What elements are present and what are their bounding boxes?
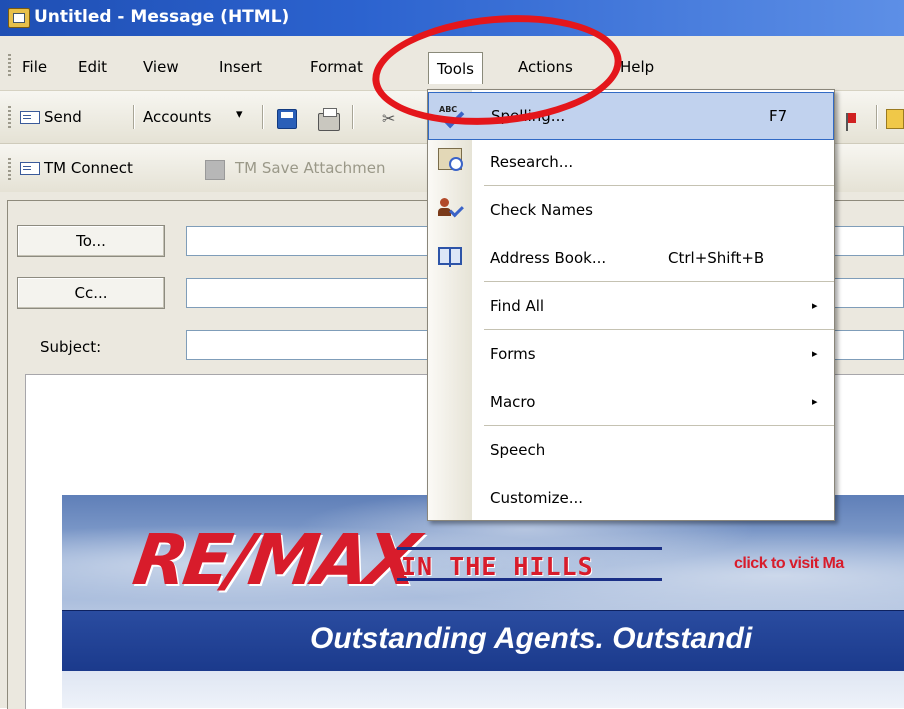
window-title: Untitled - Message (HTML) xyxy=(34,7,290,27)
toolbar-separator xyxy=(352,105,354,129)
menu-item-label: Find All xyxy=(490,297,545,315)
menu-item-label: Speech xyxy=(490,441,546,459)
menu-item-forms[interactable]: Forms ▸ xyxy=(428,330,834,378)
menu-item-shortcut: F7 xyxy=(769,107,788,125)
tools-menu: ABC Spelling... F7 Research... Check Nam… xyxy=(427,89,835,521)
menu-item-research[interactable]: Research... xyxy=(428,138,834,186)
menubar-grip[interactable] xyxy=(8,54,11,76)
check-names-icon xyxy=(438,198,464,220)
menu-item-macro[interactable]: Macro ▸ xyxy=(428,378,834,426)
tm-save-label: TM Save Attachmen xyxy=(235,159,386,177)
tm-connect-label: TM Connect xyxy=(44,159,133,177)
accounts-label: Accounts xyxy=(143,108,212,126)
menu-edit[interactable]: Edit xyxy=(78,58,107,76)
submenu-arrow-icon: ▸ xyxy=(812,395,818,408)
toolbar-grip[interactable] xyxy=(8,106,11,128)
send-mail-icon xyxy=(20,111,40,124)
menu-item-label: Macro xyxy=(490,393,536,411)
banner-footer xyxy=(62,671,904,708)
menu-item-find-all[interactable]: Find All ▸ xyxy=(428,282,834,330)
menu-item-label: Research... xyxy=(490,153,574,171)
menu-item-customize[interactable]: Customize... xyxy=(428,474,834,522)
tagline-text: Outstanding Agents. Outstandi xyxy=(310,622,753,655)
menu-help[interactable]: Help xyxy=(620,58,654,76)
options-icon[interactable] xyxy=(886,109,904,129)
save-disabled-icon xyxy=(205,160,225,180)
toolbar-separator xyxy=(262,105,264,129)
send-label: Send xyxy=(44,108,82,126)
send-button[interactable]: Send xyxy=(18,107,126,131)
tm-save-attachments-button[interactable]: TM Save Attachmen xyxy=(205,158,427,182)
subject-label: Subject: xyxy=(40,338,102,356)
to-button[interactable]: To... xyxy=(17,225,165,257)
submenu-arrow-icon: ▸ xyxy=(812,299,818,312)
toolbar-separator xyxy=(133,105,135,129)
in-the-hills-logo: IN THE HILLS xyxy=(397,547,662,581)
address-book-icon xyxy=(438,247,462,267)
save-icon[interactable] xyxy=(277,109,297,129)
tm-connect-icon xyxy=(20,162,40,175)
print-icon[interactable] xyxy=(318,108,340,131)
submenu-arrow-icon: ▸ xyxy=(812,347,818,360)
research-icon xyxy=(438,148,463,171)
menu-item-address-book[interactable]: Address Book... Ctrl+Shift+B xyxy=(428,234,834,282)
toolbar-separator xyxy=(876,105,878,129)
cut-icon[interactable]: ✂ xyxy=(382,109,395,129)
menu-file[interactable]: File xyxy=(22,58,47,76)
remax-logo: RE/MAX xyxy=(128,519,421,601)
toolbar-grip[interactable] xyxy=(8,158,11,180)
visit-link[interactable]: click to visit Ma xyxy=(734,555,844,573)
menu-item-label: Forms xyxy=(490,345,536,363)
chevron-down-icon: ▾ xyxy=(236,107,243,122)
menu-view[interactable]: View xyxy=(143,58,179,76)
tm-connect-button[interactable]: TM Connect xyxy=(18,158,198,182)
menu-item-label: Check Names xyxy=(490,201,593,219)
menu-item-label: Customize... xyxy=(490,489,584,507)
accounts-button[interactable]: Accounts ▾ xyxy=(143,107,255,131)
menu-format[interactable]: Format xyxy=(310,58,363,76)
cc-button[interactable]: Cc... xyxy=(17,277,165,309)
menu-item-speech[interactable]: Speech xyxy=(428,426,834,474)
menu-insert[interactable]: Insert xyxy=(219,58,262,76)
menu-item-shortcut: Ctrl+Shift+B xyxy=(668,249,765,267)
menu-item-check-names[interactable]: Check Names xyxy=(428,186,834,234)
message-window-icon xyxy=(8,8,30,28)
flag-icon[interactable] xyxy=(846,113,856,131)
menu-item-label: Address Book... xyxy=(490,249,607,267)
